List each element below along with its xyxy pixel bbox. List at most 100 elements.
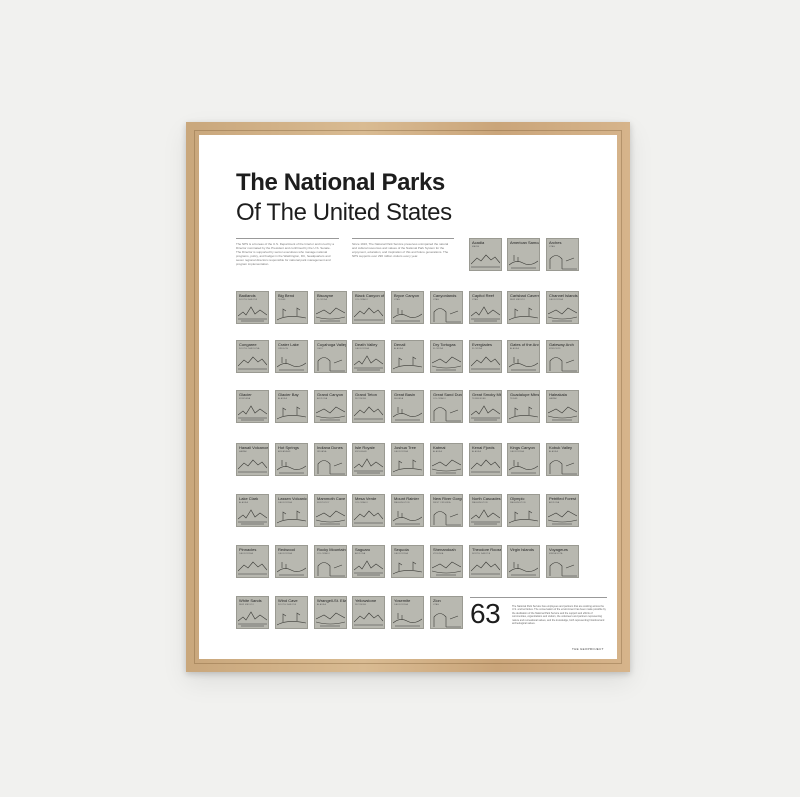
park-state: KENTUCKY [317, 502, 330, 504]
park-tile: Wrangell-St. Elias ALASKA [314, 596, 347, 629]
park-tile: Dry Tortugas FLORIDA [430, 340, 463, 373]
park-illustration-icon [549, 460, 577, 475]
park-tile: Rocky Mountain COLORADO [314, 545, 347, 578]
park-illustration-icon [277, 357, 306, 371]
park-illustration-icon [509, 357, 538, 371]
park-illustration-icon [277, 510, 306, 524]
park-illustration-icon [432, 356, 461, 371]
park-name: Theodore Roosevelt [472, 547, 502, 552]
park-name: Denali [394, 342, 406, 347]
park-illustration-icon [277, 562, 306, 576]
park-name: Great Smoky Mtns [472, 392, 502, 397]
park-illustration-icon [432, 459, 461, 474]
park-illustration-icon [354, 355, 383, 371]
park-name: Bryce Canyon [394, 293, 420, 298]
park-tile: Voyageurs MINNESOTA [546, 545, 579, 578]
park-state: ARIZONA [317, 398, 328, 400]
park-illustration-icon [433, 613, 461, 628]
park-tile: Mount Rainier WASHINGTON [391, 494, 424, 527]
park-name: Kings Canyon [510, 445, 535, 450]
park-tile: Grand Canyon ARIZONA [314, 390, 347, 423]
park-illustration-icon [354, 406, 383, 420]
park-name: Everglades [472, 342, 493, 347]
park-illustration-icon [316, 406, 345, 421]
park-state: UTAH [549, 246, 556, 248]
park-name: Hot Springs [278, 445, 299, 450]
park-state: MINNESOTA [549, 553, 563, 555]
park-state: CALIFORNIA [355, 348, 370, 350]
park-name: Zion [433, 598, 441, 603]
park-name: Sequoia [394, 547, 409, 552]
park-illustration-icon [317, 460, 345, 475]
park-name: Mammoth Cave [317, 496, 346, 501]
park-name: Rocky Mountain [317, 547, 346, 552]
park-illustration-icon [471, 509, 500, 525]
park-name: Shenandoah [433, 547, 456, 552]
park-illustration-icon [509, 460, 538, 474]
park-state: MISSOURI [549, 348, 561, 350]
park-tile: Sequoia CALIFORNIA [391, 545, 424, 578]
park-illustration-icon [238, 356, 267, 370]
park-name: Indiana Dunes [317, 445, 343, 450]
park-name: Wrangell-St. Elias [317, 598, 347, 603]
park-tile: Shenandoah VIRGINIA [430, 545, 463, 578]
park-state: ALASKA [510, 348, 519, 350]
park-state: TENNESSEE [472, 398, 486, 400]
park-state: NORTH DAKOTA [472, 553, 491, 555]
park-name: Great Basin [394, 392, 416, 397]
park-tile: North Cascades WASHINGTON [469, 494, 502, 527]
park-illustration-icon [509, 307, 538, 321]
park-illustration-icon [433, 407, 461, 422]
park-state: HAWAII [549, 398, 558, 400]
park-tile: Redwood CALIFORNIA [275, 545, 308, 578]
park-illustration-icon [316, 510, 345, 525]
park-state: FLORIDA [317, 299, 328, 301]
park-tile: Capitol Reef UTAH [469, 291, 502, 324]
park-name: Glacier Bay [278, 392, 299, 397]
park-illustration-icon [277, 307, 306, 321]
park-name: White Sands [239, 598, 262, 603]
park-tile: Denali ALASKA [391, 340, 424, 373]
park-illustration-icon [354, 458, 383, 474]
park-state: ALASKA [549, 451, 558, 453]
park-tile: Carlsbad Caverns NEW MEXICO [507, 291, 540, 324]
park-illustration-icon [277, 612, 306, 626]
park-state: INDIANA [317, 451, 327, 453]
park-illustration-icon [277, 406, 306, 420]
park-tile: Cuyahoga Valley OHIO [314, 340, 347, 373]
park-illustration-icon [433, 308, 461, 323]
park-state: COLORADO [433, 398, 447, 400]
park-name: Hawaii Volcanoes [239, 445, 269, 450]
park-state: OREGON [278, 348, 289, 350]
park-tile: Crater Lake OREGON [275, 340, 308, 373]
poster-title: The National Parks [236, 169, 445, 196]
park-tile: Petrified Forest ARIZONA [546, 494, 579, 527]
park-tile: Olympic WASHINGTON [507, 494, 540, 527]
park-name: American Samoa [510, 240, 540, 245]
footnote-text: The National Park Service has employees … [512, 605, 606, 626]
park-tile: White Sands NEW MEXICO [236, 596, 269, 629]
park-state: MAINE [472, 246, 480, 248]
park-illustration-icon [509, 562, 538, 576]
park-state: MONTANA [239, 398, 251, 400]
park-name: Olympic [510, 496, 525, 501]
park-name: Gateway Arch [549, 342, 574, 347]
credit-text: THE GEOPROJECT [572, 647, 604, 651]
park-tile: Gateway Arch MISSOURI [546, 340, 579, 373]
park-illustration-icon [238, 509, 267, 525]
park-name: North Cascades [472, 496, 501, 501]
park-illustration-icon [509, 510, 538, 524]
park-tile: Gates of the Arctic ALASKA [507, 340, 540, 373]
park-illustration-icon [393, 459, 422, 473]
park-illustration-icon [549, 357, 577, 372]
park-illustration-icon [471, 405, 500, 421]
park-state: HAWAII [239, 451, 248, 453]
park-illustration-icon [393, 308, 422, 322]
park-state: UTAH [472, 299, 479, 301]
park-tile: Kenai Fjords ALASKA [469, 443, 502, 476]
park-tile: Black Canyon of the GunnisonCOLORADO [352, 291, 385, 324]
park-name: Carlsbad Caverns [510, 293, 540, 298]
park-tile: Kobuk Valley ALASKA [546, 443, 579, 476]
park-tile: Theodore RooseveltNORTH DAKOTA [469, 545, 502, 578]
park-illustration-icon [393, 356, 422, 370]
